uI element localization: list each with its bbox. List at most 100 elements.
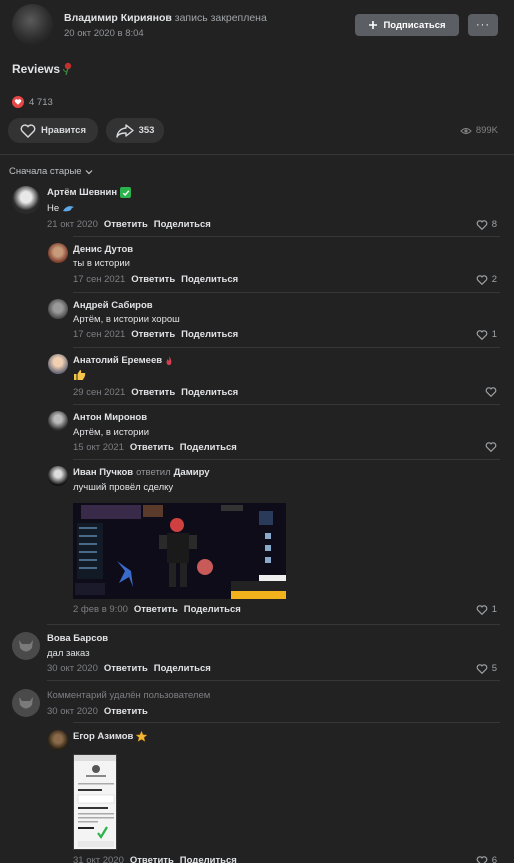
avatar[interactable] [48, 466, 68, 486]
comment-like-button[interactable]: 5 [476, 663, 497, 674]
comment-date[interactable]: 17 сен 2021 [73, 274, 125, 285]
comment-date[interactable]: 17 сен 2021 [73, 329, 125, 340]
comment-like-button[interactable]: 2 [476, 274, 497, 285]
attached-game-screenshot[interactable] [73, 503, 286, 599]
author-avatar[interactable] [12, 4, 53, 45]
post-author[interactable]: Владимир Кириянов запись закреплена [64, 12, 267, 24]
comment-author[interactable]: Иван Пучков ответил Дамиру [73, 467, 210, 478]
comment-date[interactable]: 30 окт 2020 [47, 663, 98, 674]
chevron-down-icon [85, 169, 92, 174]
reply-button[interactable]: Ответить [104, 663, 148, 674]
comment-author-name[interactable]: Антон Миронов [73, 412, 147, 423]
reply-button[interactable]: Ответить [130, 442, 174, 453]
comment-like-button[interactable]: 8 [476, 219, 497, 230]
comment-meta: 30 окт 2020 Ответить [47, 706, 148, 717]
reply-button[interactable]: Ответить [104, 219, 148, 230]
comment-text-content: Не [47, 203, 60, 214]
attached-document-screenshot[interactable] [73, 754, 117, 850]
avatar[interactable] [48, 243, 68, 263]
default-avatar-icon [19, 640, 33, 652]
comment-like-count: 1 [491, 604, 497, 615]
comment-text-content: лучший провёл сделку [73, 482, 174, 493]
comment-like-button[interactable] [485, 442, 497, 452]
avatar[interactable] [48, 730, 68, 750]
heart-outline-icon [476, 219, 488, 230]
default-avatar-icon [19, 697, 33, 709]
comment-date[interactable]: 31 окт 2020 [73, 855, 124, 863]
share-link[interactable]: Поделиться [154, 219, 211, 230]
comment-author-name[interactable]: Вова Барсов [47, 633, 108, 644]
comment-author-name[interactable]: Анатолий Еремеев [73, 355, 162, 366]
separator [47, 624, 500, 625]
more-button[interactable]: ··· [468, 14, 498, 36]
reply-button[interactable]: Ответить [134, 604, 178, 615]
post-author-name[interactable]: Владимир Кириянов [64, 12, 172, 24]
share-link[interactable]: Поделиться [181, 329, 238, 340]
reply-button[interactable]: Ответить [131, 329, 175, 340]
avatar[interactable] [48, 411, 68, 431]
avatar[interactable] [12, 186, 40, 214]
share-button[interactable]: 353 [106, 118, 164, 143]
replied-to-name[interactable]: Дамиру [174, 467, 210, 478]
comment-meta: 30 окт 2020 Ответить Поделиться [47, 663, 211, 674]
comment-author[interactable]: Вова Барсов [47, 633, 108, 644]
share-link[interactable]: Поделиться [180, 442, 237, 453]
heart-outline-icon [476, 329, 488, 340]
comment-date[interactable]: 29 сен 2021 [73, 387, 125, 398]
share-link[interactable]: Поделиться [154, 663, 211, 674]
comment-like-button[interactable]: 1 [476, 604, 497, 615]
comment-author[interactable]: Егор Азимов [73, 731, 148, 742]
comment-like-button[interactable]: 1 [476, 329, 497, 340]
heart-outline-icon [476, 274, 488, 285]
comment-date[interactable]: 21 окт 2020 [47, 219, 98, 230]
comment-author[interactable]: Андрей Сабиров [73, 300, 153, 311]
reactions-count: 4 713 [29, 96, 53, 108]
comment-author-name[interactable]: Андрей Сабиров [73, 300, 153, 311]
more-icon: ··· [476, 19, 490, 31]
heart-outline-icon [485, 442, 497, 452]
comment-text: ты в истории [73, 258, 130, 269]
reply-button[interactable]: Ответить [130, 855, 174, 863]
share-link[interactable]: Поделиться [184, 604, 241, 615]
subscribe-button[interactable]: Подписаться [355, 14, 459, 36]
comment-date[interactable]: 2 фев в 9:00 [73, 604, 128, 615]
avatar[interactable] [48, 299, 68, 319]
comment-author[interactable]: Антон Миронов [73, 412, 147, 423]
heart-outline-icon [476, 855, 488, 863]
comment-author[interactable]: Анатолий Еремеев [73, 355, 173, 366]
comment-like-button[interactable] [485, 387, 497, 397]
comment-like-count: 6 [491, 855, 497, 863]
post-date[interactable]: 20 окт 2020 в 8:04 [64, 28, 144, 39]
comment-author-name[interactable]: Денис Дутов [73, 244, 133, 255]
share-icon [115, 123, 134, 138]
separator [47, 680, 500, 681]
sort-dropdown[interactable]: Сначала старые [9, 166, 93, 177]
comment-like-count: 1 [491, 329, 497, 340]
reply-button[interactable]: Ответить [104, 706, 148, 717]
reply-button[interactable]: Ответить [131, 387, 175, 398]
comment-author-name[interactable]: Егор Азимов [73, 731, 133, 742]
reactions-summary[interactable]: 4 713 [12, 96, 53, 108]
comment-author[interactable]: Артём Шевнин [47, 187, 132, 198]
share-link[interactable]: Поделиться [180, 855, 237, 863]
comment-author[interactable]: Денис Дутов [73, 244, 133, 255]
replied-label: ответил [136, 467, 171, 478]
like-button[interactable]: Нравится [8, 118, 98, 143]
separator [73, 722, 500, 723]
avatar[interactable] [48, 354, 68, 374]
comment-author-name[interactable]: Иван Пучков [73, 467, 133, 478]
reply-button[interactable]: Ответить [131, 274, 175, 285]
avatar[interactable] [12, 632, 40, 660]
comment-date[interactable]: 30 окт 2020 [47, 706, 98, 717]
heart-outline-icon [476, 604, 488, 615]
deleted-comment-text: Комментарий удалён пользователем [47, 690, 211, 701]
share-link[interactable]: Поделиться [181, 274, 238, 285]
share-count: 353 [138, 125, 155, 136]
comment-like-button[interactable]: 6 [476, 855, 497, 863]
comment-like-count: 8 [491, 219, 497, 230]
thumbs-up-emoji-icon [74, 370, 86, 380]
comment-date[interactable]: 15 окт 2021 [73, 442, 124, 453]
share-link[interactable]: Поделиться [181, 387, 238, 398]
comment-author-name[interactable]: Артём Шевнин [47, 187, 117, 198]
separator [73, 459, 500, 460]
